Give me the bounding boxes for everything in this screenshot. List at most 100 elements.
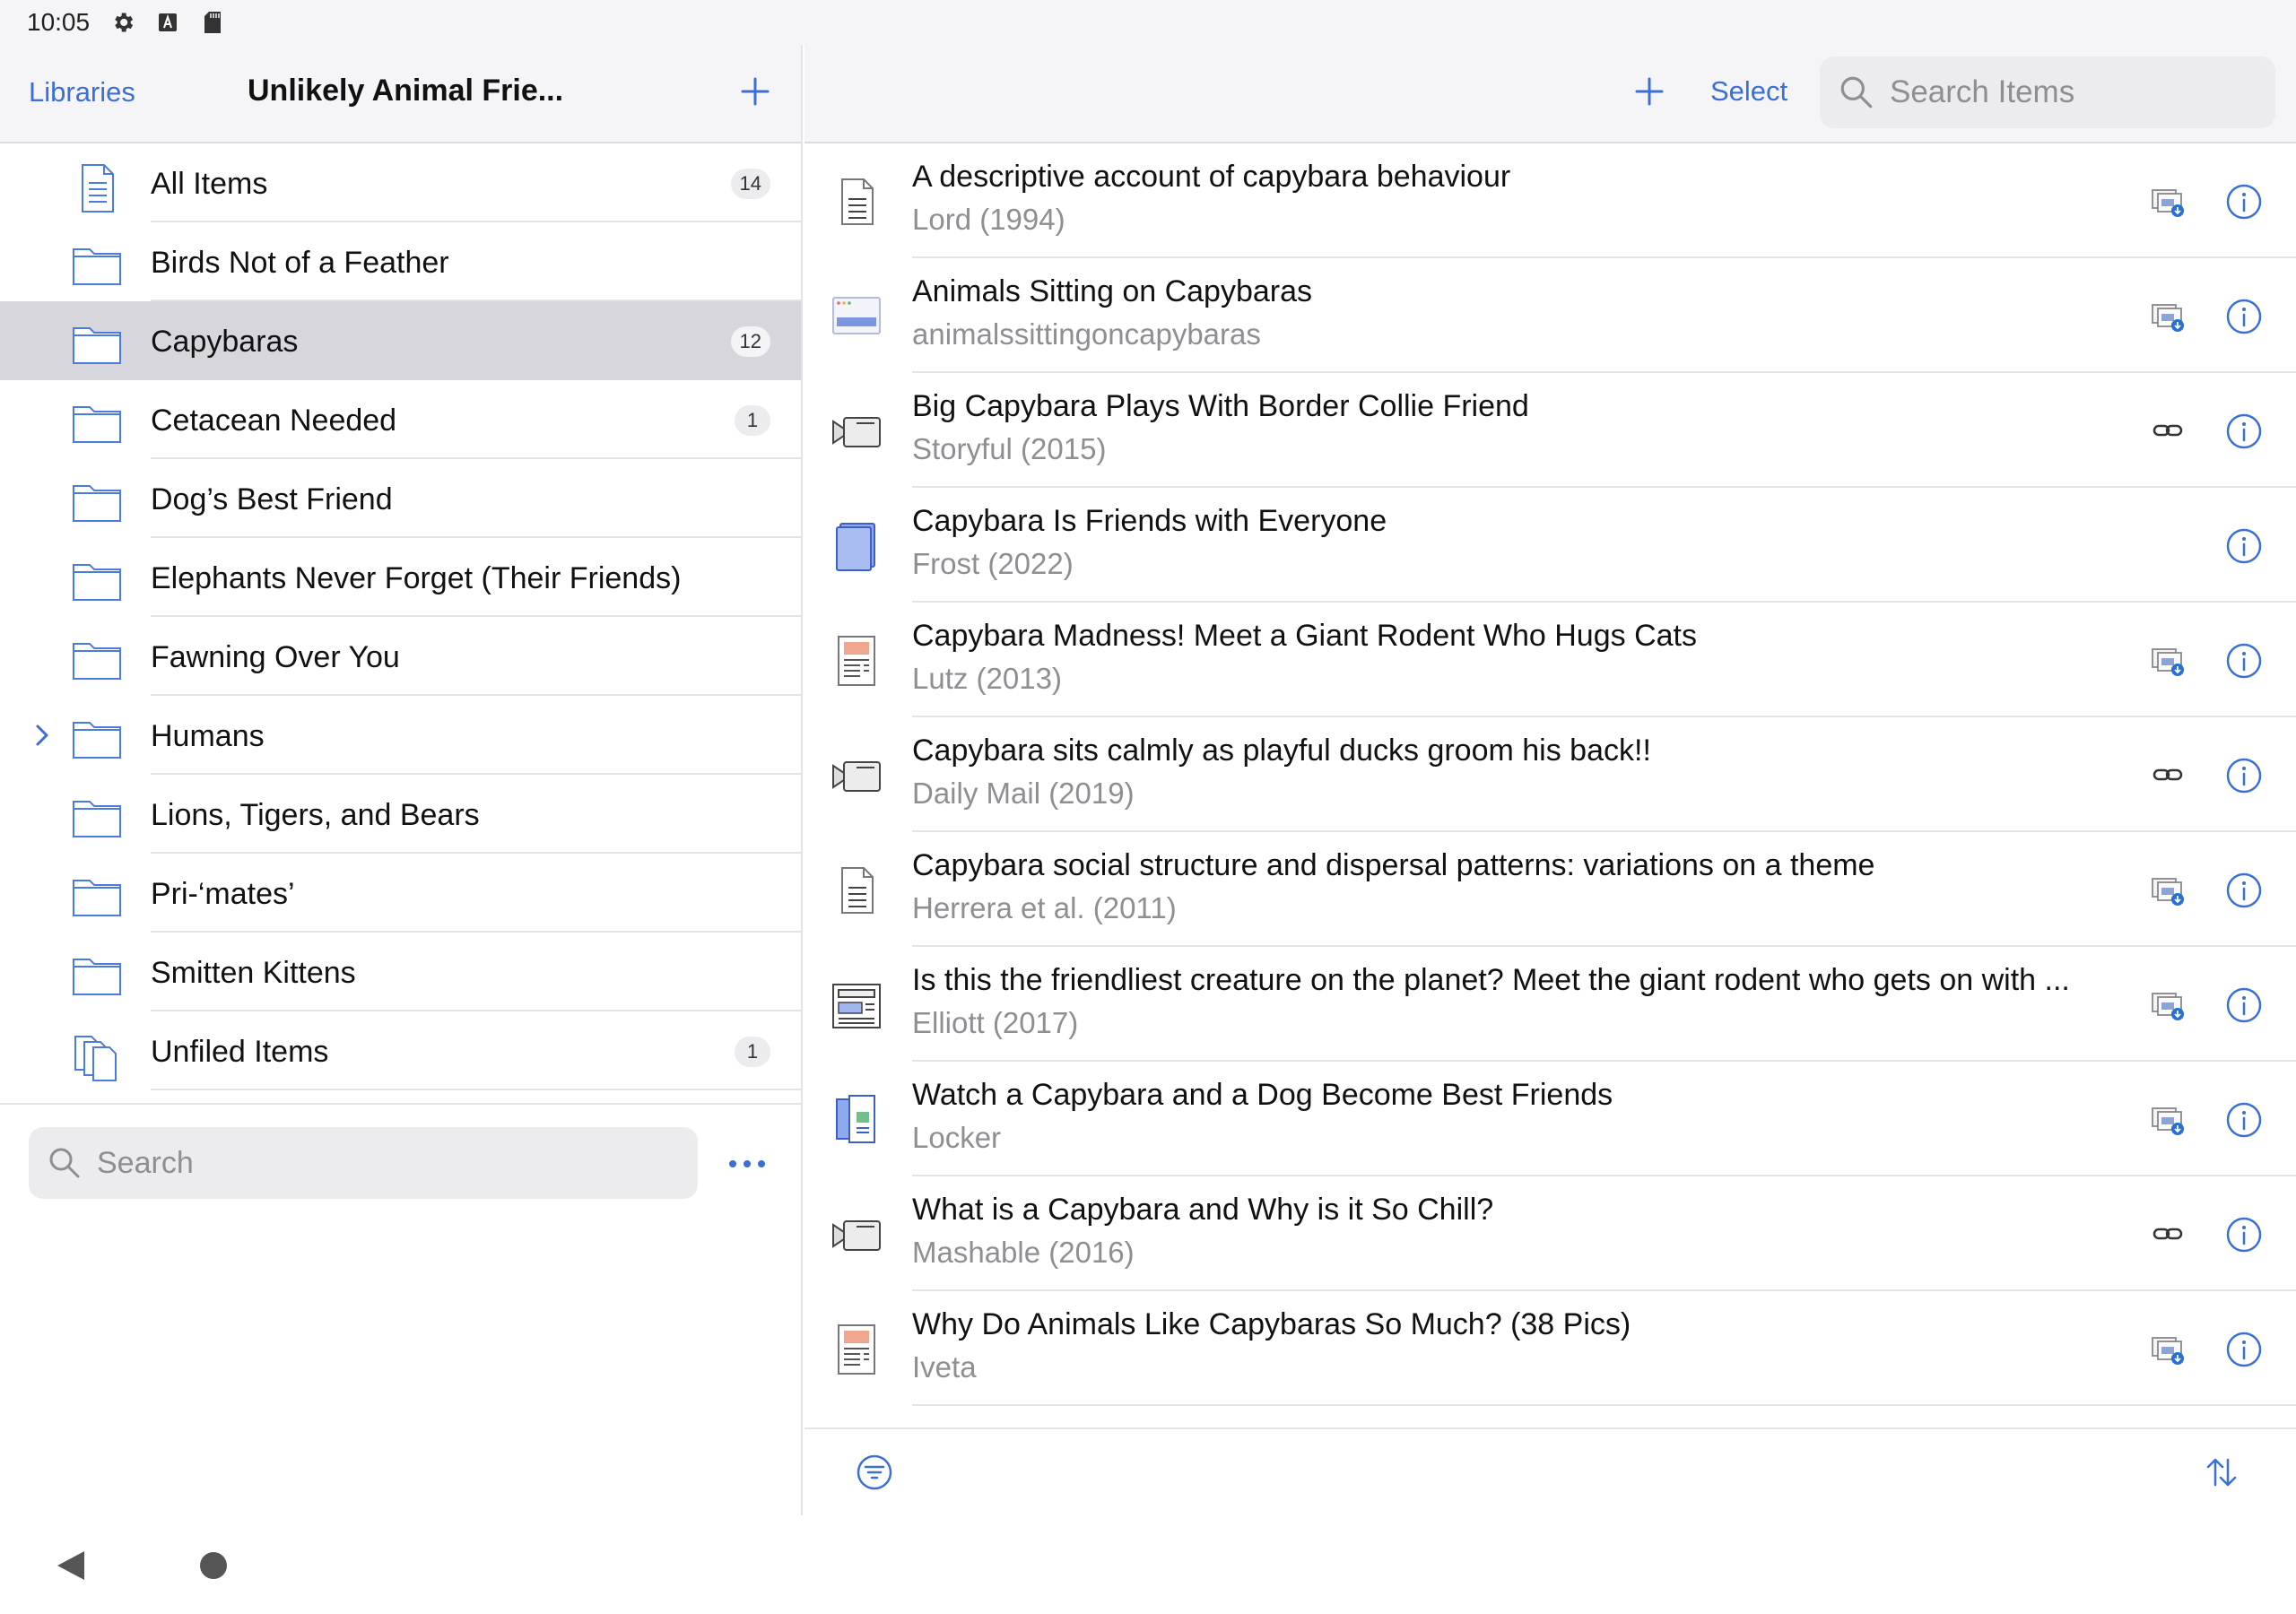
collection-row[interactable]: Cetacean Needed 1 [0,380,801,459]
collection-list: All Items 14 Birds Not of a Feather Capybar… [0,143,801,1090]
web-snapshot-download-icon[interactable] [2150,986,2186,1022]
item-count-badge: 14 [730,169,770,199]
info-icon[interactable] [2225,872,2263,909]
item-row[interactable]: Why Do Animals Like Capybaras So Much? (… [804,1291,2296,1406]
video-recording-icon [830,404,883,457]
item-creator: Frost (2022) [912,547,1074,580]
collection-row[interactable]: Capybaras 12 [0,301,801,380]
folder-icon [70,398,124,445]
info-icon[interactable] [2225,986,2263,1024]
add-collection-button[interactable] [735,72,775,111]
item-title: Capybara Madness! Meet a Giant Rodent Wh… [912,619,1697,653]
item-row[interactable]: Animals Sitting on Capybaras animalssitti… [804,258,2296,373]
link-icon[interactable] [2150,1216,2186,1252]
item-title: Capybara Is Friends with Everyone [912,504,1387,538]
chevron-right-icon[interactable] [30,723,54,748]
collection-row[interactable]: Unfiled Items 1 [0,1011,801,1090]
collection-row[interactable]: Elephants Never Forget (Their Friends) [0,538,801,617]
items-header: Select [804,45,2296,143]
web-snapshot-download-icon[interactable] [2150,298,2186,334]
filter-icon [857,1454,892,1490]
magazine-article-icon [830,1322,883,1375]
item-creator: animalssittingoncapybaras [912,317,1261,351]
web-snapshot-download-icon[interactable] [2150,872,2186,907]
collection-row[interactable]: Pri-‘mates’ [0,854,801,933]
info-icon[interactable] [2225,527,2263,565]
gear-icon [109,9,136,36]
web-snapshot-download-icon[interactable] [2150,1101,2186,1137]
item-title: Watch a Capybara and a Dog Become Best F… [912,1078,1613,1112]
collection-name: Humans [151,719,265,753]
item-row[interactable]: Big Capybara Plays With Border Collie Fr… [804,373,2296,488]
video-recording-icon [830,748,883,802]
book-section-icon [830,1092,883,1146]
item-creator: Herrera et al. (2011) [912,891,1177,924]
info-icon[interactable] [2225,757,2263,794]
collection-name: Birds Not of a Feather [151,246,449,280]
item-row[interactable]: Capybara social structure and dispersal … [804,832,2296,947]
link-icon[interactable] [2150,757,2186,793]
unfiled-documents-icon [70,1029,124,1081]
select-button[interactable]: Select [1710,75,1787,108]
items-search[interactable] [1820,56,2275,128]
collection-row[interactable]: All Items 14 [0,143,801,222]
web-snapshot-download-icon[interactable] [2150,183,2186,219]
web-snapshot-download-icon[interactable] [2150,1331,2186,1367]
collection-row[interactable]: Dog’s Best Friend [0,459,801,538]
item-creator: Iveta [912,1350,977,1384]
video-recording-icon [830,1207,883,1261]
item-row[interactable]: What is a Capybara and Why is it So Chil… [804,1176,2296,1291]
divider [0,1103,801,1105]
item-title: Why Do Animals Like Capybaras So Much? (… [912,1307,1631,1341]
item-list: A descriptive account of capybara behavi… [804,143,2296,1406]
collection-name: Fawning Over You [151,640,400,674]
document-icon [70,161,124,213]
item-row[interactable]: Is this the friendliest creature on the … [804,947,2296,1062]
web-snapshot-download-icon[interactable] [2150,642,2186,678]
info-icon[interactable] [2225,1216,2263,1254]
item-row[interactable]: A descriptive account of capybara behavi… [804,143,2296,258]
folder-icon [70,872,124,918]
info-icon[interactable] [2225,1101,2263,1139]
info-icon[interactable] [2225,642,2263,680]
book-icon [830,518,883,572]
libraries-button[interactable]: Libraries [29,76,135,108]
collection-row[interactable]: Birds Not of a Feather [0,222,801,301]
folder-icon [70,240,124,287]
webpage-icon [830,289,883,343]
items-search-input[interactable] [1890,74,2248,110]
collection-row[interactable]: Fawning Over You [0,617,801,696]
collection-name: Capybaras [151,325,299,359]
sort-button[interactable] [2202,1453,2241,1492]
more-options-button[interactable] [726,1146,768,1182]
item-title: Capybara sits calmly as playful ducks gr… [912,733,1651,768]
filter-button[interactable] [855,1453,894,1492]
back-triangle-icon[interactable] [56,1549,86,1582]
collection-row[interactable]: Lions, Tigers, and Bears [0,775,801,854]
info-icon[interactable] [2225,412,2263,450]
item-creator: Lutz (2013) [912,662,1062,695]
collection-search[interactable] [29,1127,698,1199]
collection-row[interactable]: Humans [0,696,801,775]
folder-icon [70,793,124,839]
folder-icon [70,319,124,366]
plus-icon [741,77,770,106]
item-creator: Daily Mail (2019) [912,777,1135,810]
item-title: What is a Capybara and Why is it So Chil… [912,1193,1494,1227]
home-circle-icon[interactable] [199,1551,228,1580]
add-item-button[interactable] [1630,72,1669,111]
item-title: Big Capybara Plays With Border Collie Fr… [912,389,1529,423]
collection-name: Elephants Never Forget (Their Friends) [151,561,682,595]
collection-search-input[interactable] [97,1145,635,1181]
info-icon[interactable] [2225,298,2263,335]
item-row[interactable]: Capybara Madness! Meet a Giant Rodent Wh… [804,603,2296,717]
info-icon[interactable] [2225,1331,2263,1368]
link-icon[interactable] [2150,412,2186,448]
item-row[interactable]: Capybara Is Friends with Everyone Frost (… [804,488,2296,603]
info-icon[interactable] [2225,183,2263,221]
divider [912,1404,2296,1406]
item-row[interactable]: Capybara sits calmly as playful ducks gr… [804,717,2296,832]
collection-row[interactable]: Smitten Kittens [0,933,801,1011]
collections-header: Libraries Unlikely Animal Frie... [0,45,801,143]
item-row[interactable]: Watch a Capybara and a Dog Become Best F… [804,1062,2296,1176]
